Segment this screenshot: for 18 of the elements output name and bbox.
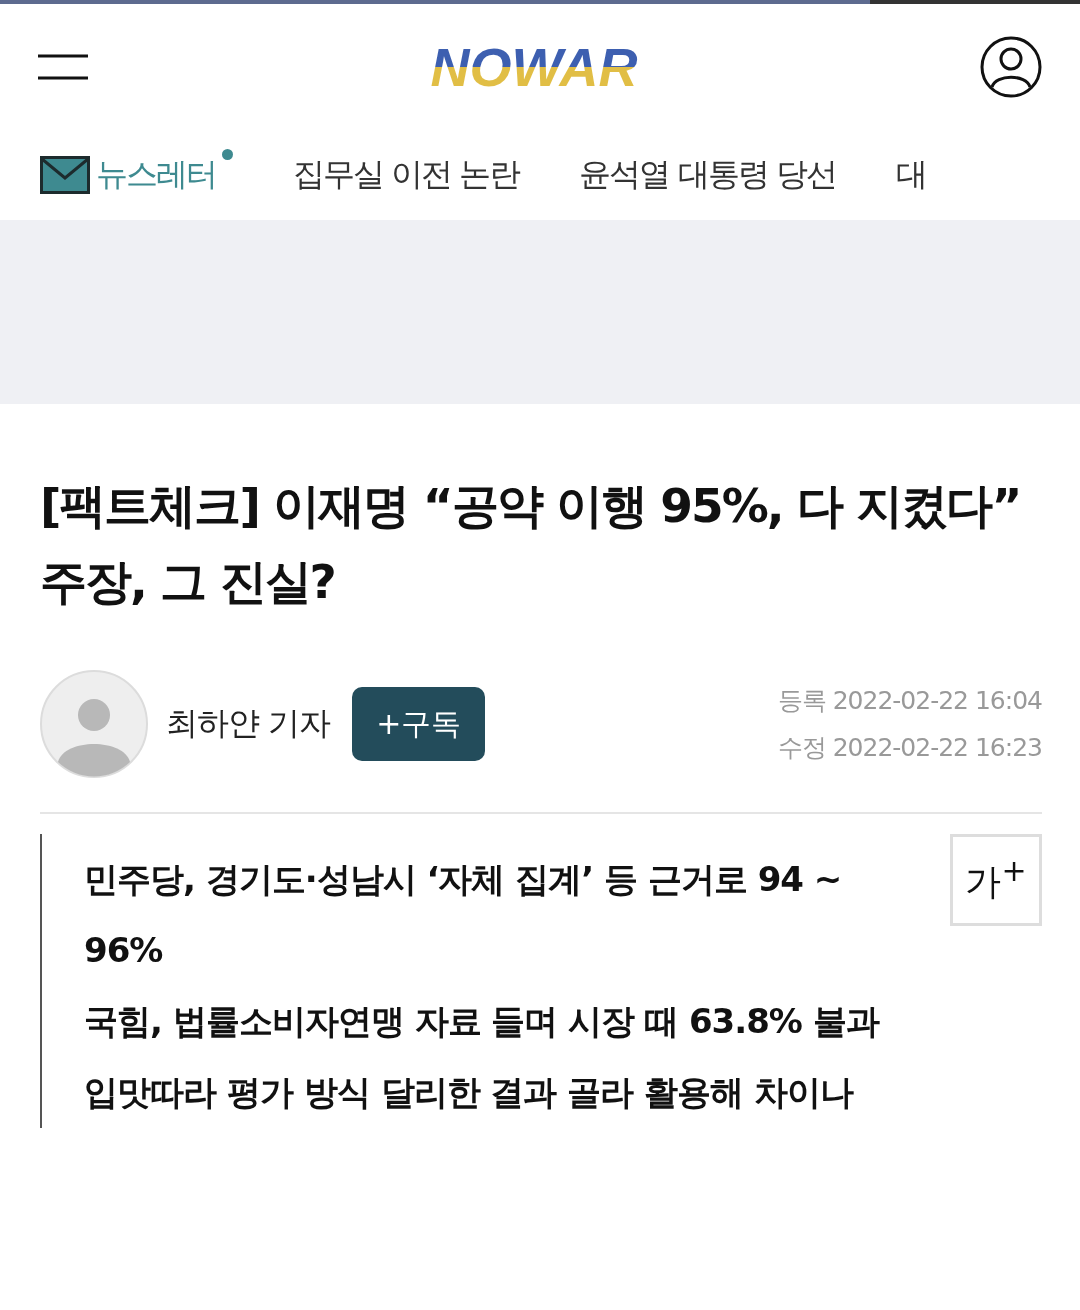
envelope-icon	[40, 156, 90, 194]
user-account-icon[interactable]	[980, 36, 1042, 98]
author-name: 최하얀 기자	[166, 703, 331, 744]
new-indicator-dot	[222, 149, 233, 160]
modified-date: 수정 2022-02-22 16:23	[777, 732, 1042, 764]
avatar-icon	[40, 670, 148, 778]
font-size-button[interactable]: 가$^{+}$	[950, 834, 1042, 926]
summary-line: 국힘, 법률소비자연맹 자료 들며 시장 때 63.8% 불과	[84, 1000, 881, 1043]
registered-date: 등록 2022-02-22 16:04	[777, 685, 1042, 717]
summary-line: 입맛따라 평가 방식 달리한 결과 골라 활용해 차이나	[84, 1071, 855, 1114]
summary-line: 민주당, 경기도·성남시 ‘자체 집계’ 등 근거로 94 ~ 96%	[84, 858, 843, 972]
topic-tab[interactable]: 집무실 이전 논란	[293, 153, 520, 197]
newsletter-tab[interactable]: 뉴스레터	[96, 153, 216, 197]
topic-tab[interactable]: 윤석열 대통령 당선	[579, 153, 836, 197]
subscribe-button[interactable]: +구독	[352, 687, 486, 761]
menu-icon[interactable]	[38, 54, 88, 80]
topic-tab[interactable]: 대	[895, 153, 926, 197]
article-title: [팩트체크] 이재명 “공약 이행 95%, 다 지켰다” 주장, 그 진실?	[40, 477, 1022, 611]
